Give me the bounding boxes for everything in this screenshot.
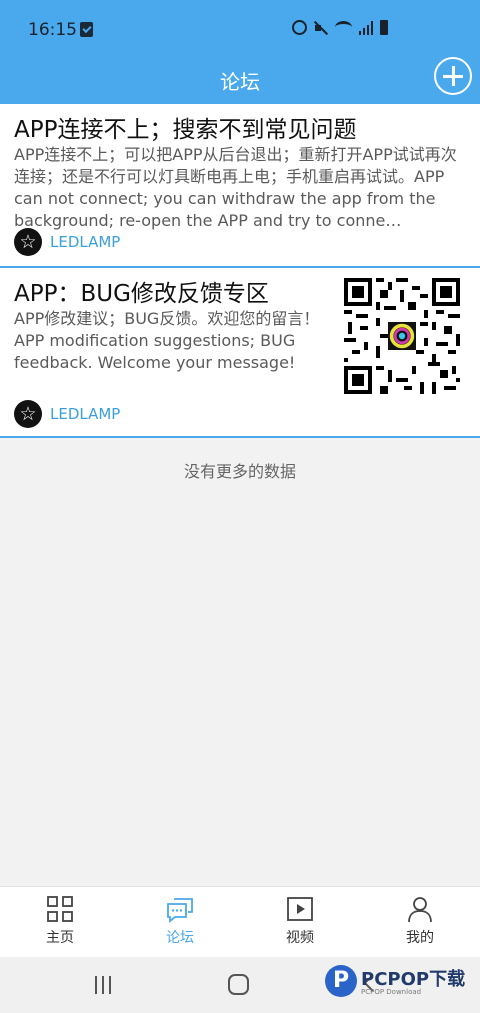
post-title: APP：BUG修改反馈专区 xyxy=(14,281,269,307)
post-excerpt: APP修改建议；BUG反馈。欢迎您的留言！APP modification su… xyxy=(14,309,320,372)
chat-icon xyxy=(167,898,193,923)
author-name: LEDLAMP xyxy=(50,405,121,423)
post-author[interactable]: LEDLAMP xyxy=(14,400,120,428)
post-author[interactable]: LEDLAMP xyxy=(14,228,120,256)
bottom-tab-bar: 主页 论坛 视频 我的 xyxy=(0,886,480,957)
tab-video[interactable]: 视频 xyxy=(240,895,360,947)
author-name: LEDLAMP xyxy=(50,233,121,251)
status-time: 16:15 xyxy=(28,20,77,40)
signal-icon xyxy=(359,20,373,35)
play-icon xyxy=(287,897,313,921)
recent-apps-icon[interactable] xyxy=(95,976,113,994)
tab-home[interactable]: 主页 xyxy=(0,895,120,947)
home-icon[interactable] xyxy=(228,974,249,995)
add-post-button[interactable] xyxy=(434,57,472,95)
pcpop-logo-icon xyxy=(325,965,357,997)
tab-mine[interactable]: 我的 xyxy=(360,895,480,947)
post-excerpt: APP连接不上；可以把APP从后台退出；重新打开APP试试再次连接；还是不行可以… xyxy=(14,145,457,230)
alarm-icon xyxy=(292,20,307,35)
page-title: 论坛 xyxy=(220,70,260,94)
battery-icon xyxy=(380,20,388,35)
app-bar: 论坛 xyxy=(0,57,480,104)
tab-forum[interactable]: 论坛 xyxy=(120,895,240,947)
mute-icon xyxy=(314,21,328,35)
avatar xyxy=(14,400,42,428)
tab-label: 论坛 xyxy=(166,930,194,946)
status-bar: 16:15 xyxy=(0,0,480,58)
watermark-sub: PCPOP Download xyxy=(361,988,422,996)
tab-label: 我的 xyxy=(406,930,434,946)
tab-label: 视频 xyxy=(286,930,314,946)
qr-code-image xyxy=(344,278,460,394)
wifi-icon xyxy=(335,21,352,34)
tab-label: 主页 xyxy=(46,930,74,946)
grid-icon xyxy=(47,896,73,922)
person-icon xyxy=(408,897,432,923)
status-icons xyxy=(292,20,388,35)
post-card[interactable]: APP连接不上；搜索不到常见问题 APP连接不上；可以把APP从后台退出；重新打… xyxy=(0,104,480,268)
post-title: APP连接不上；搜索不到常见问题 xyxy=(14,117,357,143)
pcpop-watermark: PCPOP下载 PCPOP Download xyxy=(325,962,475,1002)
avatar xyxy=(14,228,42,256)
post-card[interactable]: APP：BUG修改反馈专区 APP修改建议；BUG反馈。欢迎您的留言！APP m… xyxy=(0,268,480,438)
notification-check-icon xyxy=(80,22,93,37)
no-more-data-label: 没有更多的数据 xyxy=(183,462,296,481)
